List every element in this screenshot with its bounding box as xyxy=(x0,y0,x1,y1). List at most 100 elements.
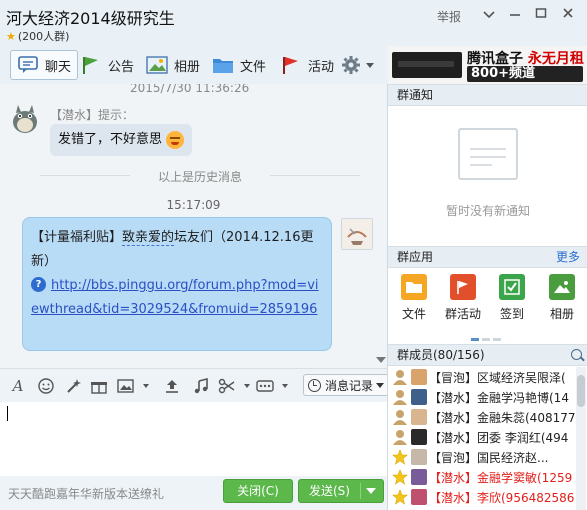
search-icon[interactable] xyxy=(571,349,582,360)
avatar xyxy=(411,409,427,425)
ad-headline: 腾讯盒子 永无月租 xyxy=(467,48,584,68)
message-input[interactable] xyxy=(0,402,387,476)
group-subtitle: ★ (200人群) xyxy=(6,28,69,44)
app-album[interactable]: 相册 xyxy=(538,274,586,322)
chat-bubble-icon xyxy=(17,55,39,75)
report-button[interactable]: 举报 xyxy=(437,8,461,25)
app-group-activity[interactable]: 群活动 xyxy=(439,274,487,322)
member-name: 【潜水】金融朱蕊(408177 xyxy=(429,410,575,425)
more-tools-icon[interactable] xyxy=(256,377,274,395)
maximize-button[interactable] xyxy=(529,4,553,26)
member-name: 【潜水】团委 李润红(494 xyxy=(429,430,569,445)
app-files[interactable]: 文件 xyxy=(390,274,438,322)
send-button-label: 发送(S) xyxy=(309,484,350,498)
message-link[interactable]: http://bbs.pinggu.org/forum.php?mod=view… xyxy=(31,278,319,317)
list-item[interactable]: 【潜水】团委 李润红(494 xyxy=(388,427,575,447)
promo-text[interactable]: 天天酷跑嘉年华新版本送缭礼 xyxy=(8,485,164,502)
upload-icon[interactable] xyxy=(163,377,181,395)
scrollbar-thumb[interactable] xyxy=(577,375,585,407)
list-item[interactable]: 【潜水】李欣(956482586) xyxy=(388,487,575,507)
star-icon xyxy=(392,489,408,505)
star-icon: ★ xyxy=(6,30,16,43)
message-history-button[interactable]: 消息记录 xyxy=(303,374,390,396)
chat-history[interactable]: 2015/7/30 11:36:26 【潜水】提示： 发错了，不好意思 以上是历… xyxy=(0,84,387,368)
close-button[interactable] xyxy=(556,4,580,26)
apps-header-label: 群应用 xyxy=(397,250,434,264)
list-item[interactable]: 【冒泡】区域经济吴限泽( xyxy=(388,367,575,387)
scissors-icon[interactable] xyxy=(218,377,236,395)
member-name: 【潜水】金融学窦敏(1259 xyxy=(429,470,573,485)
avatar xyxy=(411,429,427,445)
image-dropdown-icon[interactable] xyxy=(137,377,155,395)
avatar[interactable] xyxy=(10,104,40,134)
checkin-icon xyxy=(499,274,525,300)
more-tools-dropdown-icon[interactable] xyxy=(276,377,294,395)
message-bubble[interactable]: 发错了，不好意思 xyxy=(50,124,193,156)
right-panel: 群通知 暂时没有新通知 群应用 更多 文件 群活动 签到 相册 群成员(80/1… xyxy=(387,84,587,510)
avatar[interactable] xyxy=(341,218,373,250)
security-shield-icon: ? xyxy=(31,277,46,292)
title-bar: 河大经济2014级研究生 ★ (200人群) 举报 xyxy=(0,0,587,46)
settings-menu[interactable] xyxy=(340,50,374,80)
tab-album[interactable]: 相册 xyxy=(146,50,200,80)
gift-icon[interactable] xyxy=(90,377,108,395)
timestamp: 15:17:09 xyxy=(166,198,221,212)
member-name: 【冒泡】区域经济吴限泽( xyxy=(429,370,566,385)
tab-files-label: 文件 xyxy=(240,59,267,75)
image-icon[interactable] xyxy=(117,377,135,395)
tab-chat[interactable]: 聊天 xyxy=(10,50,79,80)
tab-files[interactable]: 文件 xyxy=(212,50,266,80)
tab-activity[interactable]: 活动 xyxy=(280,50,334,80)
chevron-down-icon xyxy=(366,62,374,68)
notice-header: 群通知 xyxy=(388,84,587,106)
apps-header: 群应用 更多 xyxy=(388,246,587,268)
history-divider-label: 以上是历史消息 xyxy=(157,170,242,184)
member-list-scrollbar[interactable] xyxy=(576,367,586,510)
send-button[interactable]: 发送(S) xyxy=(298,479,384,503)
text-caret xyxy=(7,406,8,421)
font-icon[interactable]: A xyxy=(9,377,27,395)
flag-icon xyxy=(80,55,102,75)
minimize-button[interactable] xyxy=(503,4,527,26)
member-name: 【冒泡】国民经济赵... xyxy=(429,450,549,465)
dropdown-chevron-icon[interactable] xyxy=(477,4,501,26)
scissors-dropdown-icon[interactable] xyxy=(238,377,256,395)
send-options-chevron-icon[interactable] xyxy=(366,488,376,494)
ad-banner[interactable]: 腾讯盒子 永无月租 800+频道 xyxy=(389,46,587,84)
list-item[interactable]: 【潜水】金融朱蕊(408177 xyxy=(388,407,575,427)
tab-announcement[interactable]: 公告 xyxy=(80,50,134,80)
close-chat-button[interactable]: 关闭(C) xyxy=(223,479,293,503)
gear-icon xyxy=(340,55,362,75)
member-role-icon xyxy=(393,370,407,385)
red-flag-icon xyxy=(280,55,302,75)
app-group-activity-label: 群活动 xyxy=(444,307,481,321)
list-item[interactable]: 【潜水】金融学冯艳博(14 xyxy=(388,387,575,407)
list-item[interactable]: 【潜水】金融学窦敏(1259 xyxy=(388,467,575,487)
avatar xyxy=(411,449,427,465)
emoji-icon[interactable] xyxy=(37,377,55,395)
member-name: 【潜水】李欣(956482586) xyxy=(429,490,575,505)
magic-wand-icon[interactable] xyxy=(64,377,82,395)
ad-channels: 800+频道 xyxy=(467,66,583,82)
app-checkin-label: 签到 xyxy=(499,307,524,321)
chevron-down-icon xyxy=(376,382,385,388)
tab-announcement-label: 公告 xyxy=(108,59,135,75)
timestamp: 2015/7/30 11:36:26 xyxy=(130,84,250,95)
tv-box-image xyxy=(392,52,462,78)
members-header: 群成员(80/156) xyxy=(388,344,587,366)
notice-empty-text: 暂时没有新通知 xyxy=(445,204,530,218)
member-list: 【冒泡】区域经济吴限泽( 【潜水】金融学冯艳博(14 【潜水】金融朱蕊(4081… xyxy=(388,367,575,507)
list-item[interactable]: 【冒泡】国民经济赵... xyxy=(388,447,575,467)
collapse-chevron-icon[interactable] xyxy=(376,357,386,363)
member-role-icon xyxy=(393,410,407,425)
message-underlined-text: 致亲爱的 xyxy=(122,230,175,246)
member-role-icon xyxy=(393,390,407,405)
apps-more-link[interactable]: 更多 xyxy=(556,247,580,268)
app-checkin[interactable]: 签到 xyxy=(488,274,536,322)
photo-icon xyxy=(549,274,575,300)
message-bubble[interactable]: 【计量福利贴】致亲爱的坛友们（2014.12.16更新） ? http://bbs… xyxy=(22,217,332,351)
music-icon[interactable] xyxy=(192,377,210,395)
message-text: 发错了，不好意思 xyxy=(58,132,163,147)
input-toolbar: A 消息记录 xyxy=(0,368,390,402)
member-name: 【潜水】金融学冯艳博(14 xyxy=(429,390,569,405)
